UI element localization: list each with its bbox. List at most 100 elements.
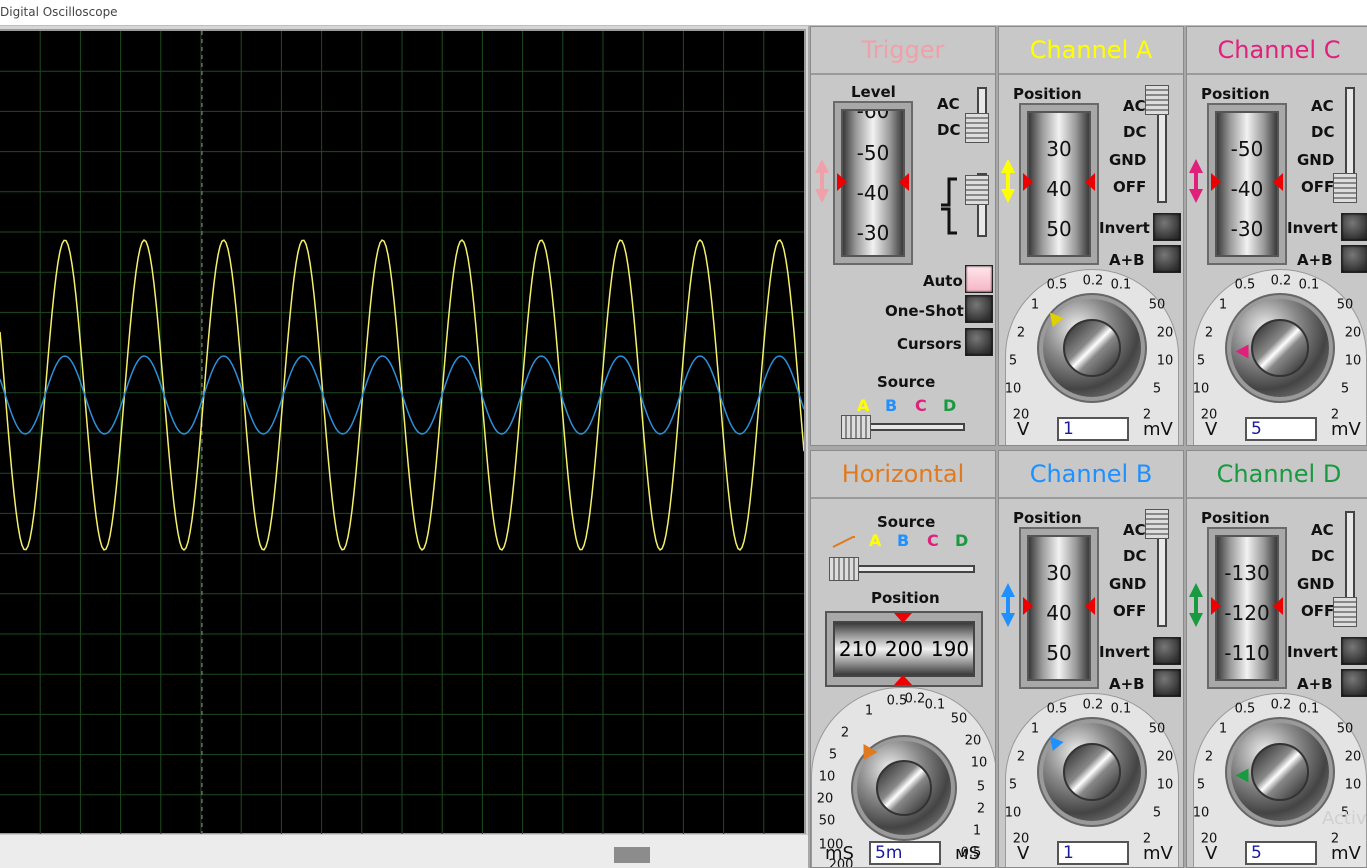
- channel_b-dial-tick: 5: [1152, 805, 1162, 821]
- timebase-dial-tick: 10: [818, 769, 836, 785]
- horizontal-title: Horizontal: [811, 451, 995, 499]
- channel_a-unit-right: mV: [1143, 419, 1173, 440]
- channel_d-off-label: OFF: [1301, 602, 1335, 620]
- channel_c-dial-tick: 5: [1196, 353, 1206, 369]
- channel_c-coupling-thumb[interactable]: [1333, 173, 1357, 203]
- channel_d-dial-tick: 20: [1344, 749, 1362, 765]
- trigger-source-thumb[interactable]: [841, 415, 871, 439]
- channel_a-dial-tick: 10: [1156, 353, 1174, 369]
- channel_d-right-marker: [1273, 597, 1283, 615]
- window-title: Digital Oscilloscope: [0, 5, 118, 19]
- channel_a-dial-tick: 50: [1148, 297, 1166, 313]
- channel_b-dial-tick: 10: [1156, 777, 1174, 793]
- channel_d-position-tick: -120: [1224, 601, 1270, 625]
- channel_a-coupling-thumb[interactable]: [1145, 85, 1169, 115]
- channel_b-dial-tick: 5: [1008, 777, 1018, 793]
- channel_a-invert-label: Invert: [1099, 219, 1150, 237]
- channel_d-invert-label: Invert: [1287, 643, 1338, 661]
- channel_d-dial-tick: 5: [1196, 777, 1206, 793]
- channel_d-updown-icon: [1189, 583, 1203, 627]
- channel_a-dial-tick: 20: [1156, 325, 1174, 341]
- channel_c-aplusb-button[interactable]: [1341, 245, 1367, 273]
- horizontal-source-thumb[interactable]: [829, 557, 859, 581]
- watermark-text: Activ: [1322, 808, 1367, 829]
- trigger-ac-label: AC: [937, 95, 960, 113]
- trigger-source-b: B: [885, 396, 898, 415]
- channel_b-title: Channel B: [999, 451, 1183, 499]
- channel_a-right-marker: [1085, 173, 1095, 191]
- channel_b-dial-tick: 0.2: [1082, 697, 1104, 713]
- channel_d-volts-field[interactable]: 5: [1245, 841, 1317, 865]
- channel_c-unit-right: mV: [1331, 419, 1361, 440]
- channel_a-left-marker: [1023, 173, 1033, 191]
- channel_d-position-drum[interactable]: -130 -120 -110: [1215, 535, 1279, 681]
- horizontal-position-tick: 190: [930, 637, 970, 661]
- channel_d-knob-cap: [1250, 742, 1310, 802]
- channel_b-dial-tick: 0.1: [1110, 701, 1132, 717]
- one-shot-button[interactable]: [965, 295, 993, 323]
- channel_b-dial-tick: 50: [1148, 721, 1166, 737]
- channel_d-position-tick: -110: [1224, 641, 1270, 665]
- channel_c-volts-field[interactable]: 5: [1245, 417, 1317, 441]
- channel_d-unit-left: V: [1205, 843, 1218, 864]
- timebase-value-field[interactable]: 5m: [869, 841, 941, 865]
- channel_c-invert-button[interactable]: [1341, 213, 1367, 241]
- channel_c-invert-label: Invert: [1287, 219, 1338, 237]
- trigger-source-d: D: [943, 396, 957, 415]
- channel_a-unit-left: V: [1017, 419, 1030, 440]
- scrollbar-thumb[interactable]: [614, 847, 650, 863]
- channel_d-coupling-thumb[interactable]: [1333, 597, 1357, 627]
- trigger-level-tick: -50: [856, 141, 890, 165]
- channel_a-volts-field[interactable]: 1: [1057, 417, 1129, 441]
- trigger-level-drum[interactable]: -60 -50 -40 -30: [841, 109, 905, 257]
- channel_c-dial-tick: 0.1: [1298, 277, 1320, 293]
- trigger-source-c: C: [915, 396, 927, 415]
- channel_a-dial-tick: 10: [1004, 381, 1022, 397]
- channel_d-invert-button[interactable]: [1341, 637, 1367, 665]
- horizontal-scrollbar[interactable]: [0, 834, 808, 868]
- channel_c-left-marker: [1211, 173, 1221, 191]
- level-left-marker: [837, 173, 847, 191]
- timebase-dial-tick: 200: [828, 857, 854, 868]
- channel_d-unit-right: mV: [1331, 843, 1361, 864]
- one-shot-label: One-Shot: [885, 302, 964, 320]
- channel_b-coupling-thumb[interactable]: [1145, 509, 1169, 539]
- channel_c-dial-tick: 10: [1192, 381, 1210, 397]
- channel_a-dial-tick: 5: [1008, 353, 1018, 369]
- channel_d-position-label: Position: [1201, 509, 1270, 527]
- channel_c-right-marker: [1273, 173, 1283, 191]
- scope-display: [0, 31, 804, 835]
- channel_a-invert-button[interactable]: [1153, 213, 1181, 241]
- horizontal-position-label: Position: [871, 589, 940, 607]
- cursors-button[interactable]: [965, 328, 993, 356]
- control-panels: Trigger Level -60 -50 -40 -30 AC DC Auto…: [808, 26, 1367, 868]
- channel_b-off-label: OFF: [1113, 602, 1147, 620]
- channel_a-position-drum[interactable]: 30 40 50: [1027, 111, 1091, 257]
- horizontal-source-label: Source: [877, 513, 936, 531]
- channel_c-position-drum[interactable]: -50 -40 -30: [1215, 111, 1279, 257]
- channel_b-aplusb-button[interactable]: [1153, 669, 1181, 697]
- channel_a-aplusb-button[interactable]: [1153, 245, 1181, 273]
- timebase-dial-tick: 100: [818, 837, 844, 853]
- horizontal-source-d: D: [955, 531, 969, 550]
- channel_b-ac-label: AC: [1123, 521, 1146, 539]
- channel_b-dial-tick: 1: [1030, 721, 1040, 737]
- channel_b-position-drum[interactable]: 30 40 50: [1027, 535, 1091, 681]
- channel_b-position-label: Position: [1013, 509, 1082, 527]
- channel_d-dial-tick: 2: [1204, 749, 1214, 765]
- trigger-coupling-thumb[interactable]: [965, 113, 989, 143]
- channel_c-dial-tick: 2: [1204, 325, 1214, 341]
- trigger-edge-thumb[interactable]: [965, 175, 989, 205]
- channel_c-dial-tick: 50: [1336, 297, 1354, 313]
- timebase-dial-tick: 5: [976, 779, 986, 795]
- channel_b-volts-field[interactable]: 1: [1057, 841, 1129, 865]
- cursors-label: Cursors: [897, 335, 962, 353]
- channel_b-position-tick: 50: [1046, 641, 1072, 665]
- auto-button[interactable]: [965, 265, 993, 293]
- timebase-dial-tick: 0.2: [904, 691, 926, 707]
- channel_d-aplusb-button[interactable]: [1341, 669, 1367, 697]
- horizontal-position-tick: 210: [838, 637, 878, 661]
- trigger-edge-icon: [941, 177, 957, 235]
- channel-b-panel: Channel B Position 30 40 50 AC DC GND OF…: [998, 450, 1184, 868]
- channel_b-invert-button[interactable]: [1153, 637, 1181, 665]
